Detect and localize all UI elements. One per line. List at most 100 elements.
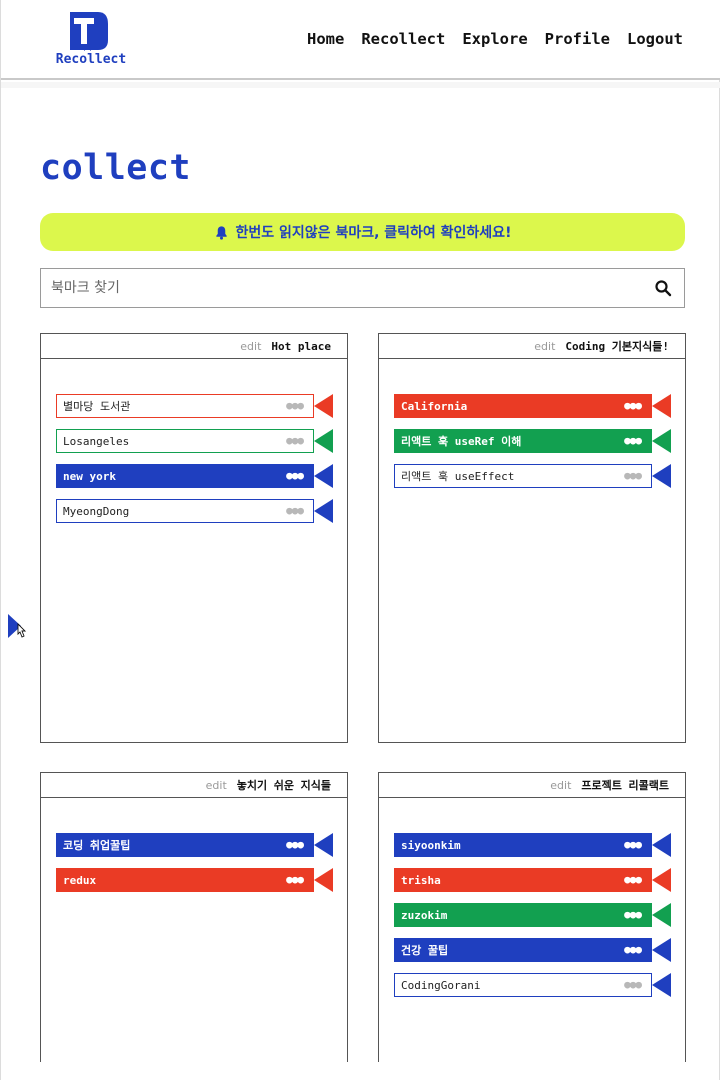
bookmark-label: California [401,399,468,413]
more-options-icon[interactable]: ●●● [624,873,642,886]
nav-profile[interactable]: Profile [545,30,610,48]
bookmark-item[interactable]: new york ●●● [56,464,333,488]
folder-edit-button[interactable]: edit [534,340,555,353]
more-options-icon[interactable]: ●●● [624,943,642,956]
bookmark-body: trisha [394,868,652,892]
logo-book-icon [70,12,108,51]
bookmark-body: zuzokim [394,903,652,927]
bookmark-body: siyoonkim [394,833,652,857]
logo[interactable]: Recollect [51,10,131,72]
bookmark-item[interactable]: 리액트 훅 useRef 이해 ●●● [394,429,671,453]
bookmark-item[interactable]: 리액트 훅 useEffect ●●● [394,464,671,488]
folder-card: edit Coding 기본지식들! California ●●● 리액트 훅 us… [378,333,686,743]
folder-edit-button[interactable]: edit [240,340,261,353]
bookmark-item[interactable]: zuzokim ●●● [394,903,671,927]
bookmark-flag-icon [652,973,671,997]
bookmark-flag-icon [314,868,333,892]
drag-handle-icon[interactable] [7,612,29,640]
search-bar [40,268,685,308]
bookmark-label: MyeongDong [63,504,130,518]
bookmark-list: California ●●● 리액트 훅 useRef 이해 ●●● 리액트 훅 use… [394,394,671,499]
more-options-icon[interactable]: ●●● [286,399,304,412]
bookmark-flag-icon [652,938,671,962]
bookmark-label: 리액트 훅 useEffect [401,470,515,483]
more-options-icon[interactable]: ●●● [624,838,642,851]
bookmark-label: redux [63,873,97,887]
main-nav: Home Recollect Explore Profile Logout [307,30,683,48]
folder-card: edit 놓치기 쉬운 지식들 코딩 취업꿀팁 ●●● redux ●●● [40,772,348,1062]
bookmark-item[interactable]: 건강 꿀팁 ●●● [394,938,671,962]
folder-edit-button[interactable]: edit [550,779,571,792]
bookmark-body: 리액트 훅 useRef 이해 [394,429,652,453]
bookmark-item[interactable]: siyoonkim ●●● [394,833,671,857]
more-options-icon[interactable]: ●●● [286,838,304,851]
bookmark-item[interactable]: 별마당 도서관 ●●● [56,394,333,418]
logo-text: Recollect [55,52,127,67]
bookmark-label: 리액트 훅 useRef 이해 [401,435,522,448]
header: Recollect Home Recollect Explore Profile… [1,0,720,80]
bookmark-item[interactable]: redux ●●● [56,868,333,892]
bookmark-body: MyeongDong [56,499,314,523]
bookmark-body: redux [56,868,314,892]
bookmark-label: 건강 꿀팁 [401,944,449,957]
bookmark-label: zuzokim [401,908,448,922]
bookmark-item[interactable]: 코딩 취업꿀팁 ●●● [56,833,333,857]
nav-home[interactable]: Home [307,30,344,48]
bookmark-item[interactable]: California ●●● [394,394,671,418]
folder-card: edit 프로젝트 리콜랙트 siyoonkim ●●● trisha ●●● zuzo… [378,772,686,1062]
more-options-icon[interactable]: ●●● [286,873,304,886]
bookmark-label: Losangeles [63,434,130,448]
bookmark-label: 별마당 도서관 [63,400,131,413]
bookmark-flag-icon [314,394,333,418]
bookmark-flag-icon [314,833,333,857]
bookmark-label: siyoonkim [401,838,461,852]
bookmark-flag-icon [314,464,333,488]
bookmark-body: Losangeles [56,429,314,453]
folder-title: Hot place [271,339,331,353]
bookmark-body: CodingGorani [394,973,652,997]
bookmark-body: 건강 꿀팁 [394,938,652,962]
bookmark-flag-icon [652,868,671,892]
bookmark-body: 별마당 도서관 [56,394,314,418]
bookmark-item[interactable]: MyeongDong ●●● [56,499,333,523]
more-options-icon[interactable]: ●●● [624,399,642,412]
folder-header: edit Coding 기본지식들! [379,334,685,359]
more-options-icon[interactable]: ●●● [286,504,304,517]
header-divider [1,82,720,88]
bookmark-flag-icon [652,464,671,488]
bookmark-item[interactable]: Losangeles ●●● [56,429,333,453]
bookmark-list: 코딩 취업꿀팁 ●●● redux ●●● [56,833,333,903]
page-title: collect [40,148,192,188]
nav-logout[interactable]: Logout [627,30,683,48]
bookmark-list: 별마당 도서관 ●●● Losangeles ●●● new york ●●● Myeong… [56,394,333,534]
folder-edit-button[interactable]: edit [206,779,227,792]
nav-recollect[interactable]: Recollect [361,30,445,48]
bookmark-flag-icon [652,833,671,857]
more-options-icon[interactable]: ●●● [624,434,642,447]
bookmark-list: siyoonkim ●●● trisha ●●● zuzokim ●●● 건강 꿀팁 ●●● C… [394,833,671,1008]
unread-notice-button[interactable]: 한번도 읽지않은 북마크, 클릭하여 확인하세요! [40,213,685,251]
bookmark-item[interactable]: trisha ●●● [394,868,671,892]
more-options-icon[interactable]: ●●● [286,434,304,447]
folder-header: edit Hot place [41,334,347,359]
search-icon[interactable] [654,279,672,297]
nav-explore[interactable]: Explore [462,30,527,48]
bookmark-flag-icon [652,429,671,453]
more-options-icon[interactable]: ●●● [286,469,304,482]
more-options-icon[interactable]: ●●● [624,469,642,482]
bookmark-body: California [394,394,652,418]
bookmark-label: new york [63,469,116,483]
folder-title: 프로젝트 리콜랙트 [581,779,669,792]
bookmark-flag-icon [652,394,671,418]
notice-text: 한번도 읽지않은 북마크, 클릭하여 확인하세요! [235,225,512,241]
search-input[interactable] [51,277,641,299]
more-options-icon[interactable]: ●●● [624,978,642,991]
folder-title: Coding 기본지식들! [565,340,669,353]
more-options-icon[interactable]: ●●● [624,908,642,921]
bookmark-body: 코딩 취업꿀팁 [56,833,314,857]
bookmark-flag-icon [314,499,333,523]
bookmark-body: 리액트 훅 useEffect [394,464,652,488]
folder-card: edit Hot place 별마당 도서관 ●●● Losangeles ●●● ne… [40,333,348,743]
bookmark-label: trisha [401,873,441,887]
bookmark-item[interactable]: CodingGorani ●●● [394,973,671,997]
